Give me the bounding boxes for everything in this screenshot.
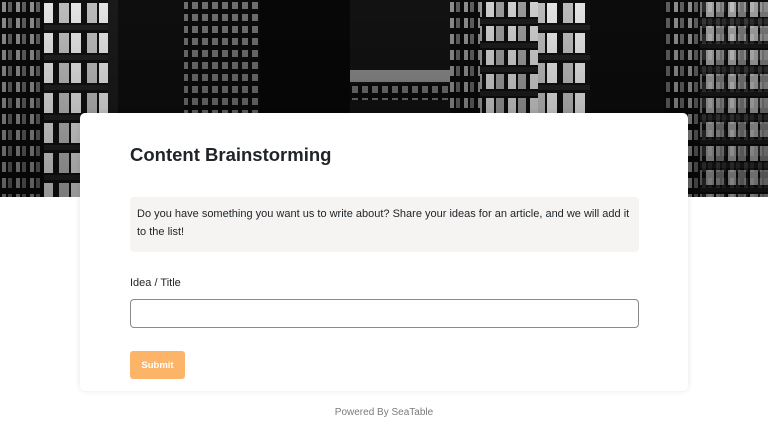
powered-by-footer: Powered By SeaTable bbox=[334, 407, 434, 418]
form-description: Do you have something you want us to wri… bbox=[130, 197, 639, 252]
form-card: Content Brainstorming Do you have someth… bbox=[80, 113, 688, 391]
form-title: Content Brainstorming bbox=[130, 144, 332, 165]
submit-button[interactable]: Submit bbox=[130, 351, 185, 379]
form-page: Content Brainstorming Do you have someth… bbox=[0, 0, 768, 432]
idea-title-label: Idea / Title bbox=[130, 277, 181, 289]
idea-title-input[interactable] bbox=[130, 299, 639, 328]
